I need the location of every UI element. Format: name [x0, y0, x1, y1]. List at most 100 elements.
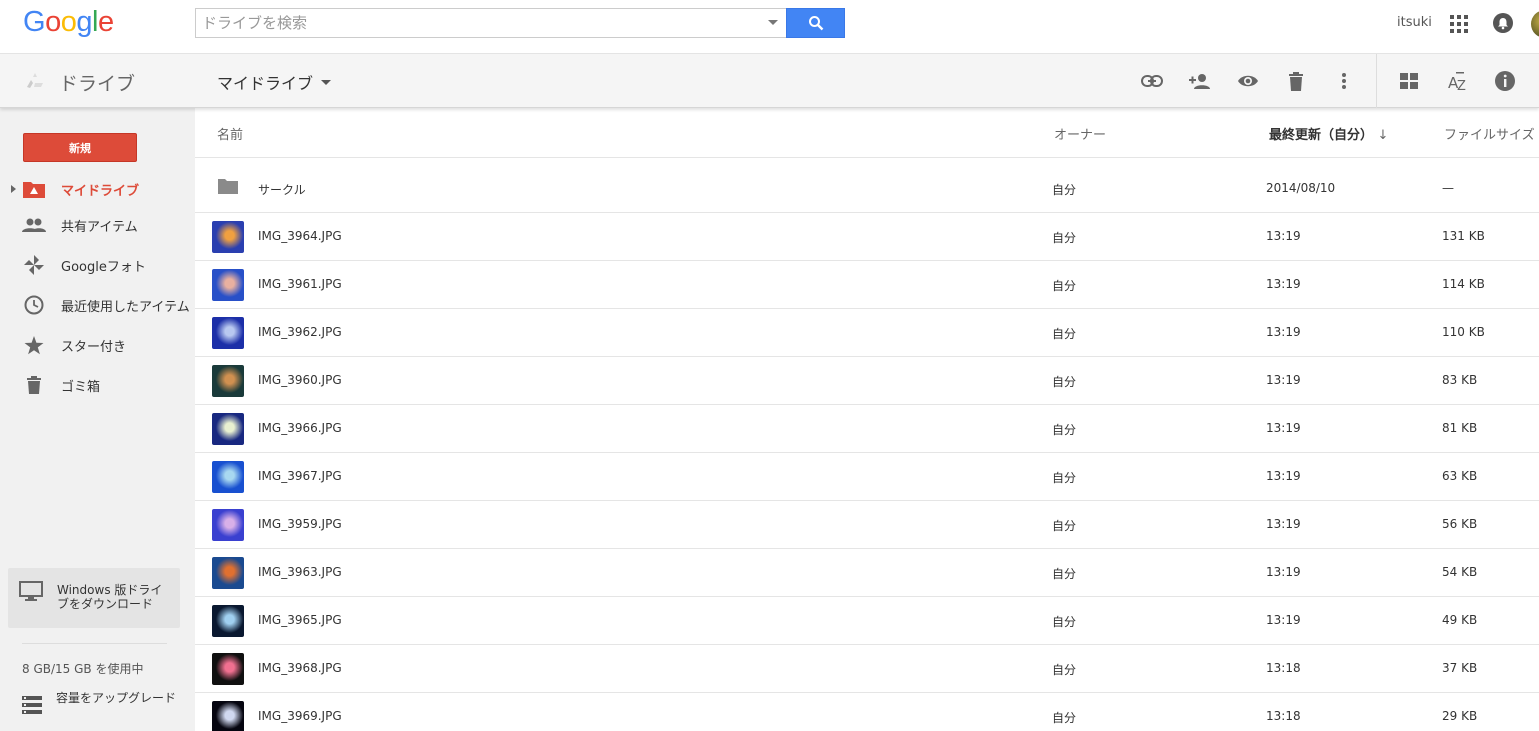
file-size: 37 KB	[1442, 661, 1478, 675]
file-owner: 自分	[1052, 423, 1077, 437]
table-row[interactable]: IMG_3967.JPG 自分 13:19 63 KB	[195, 453, 1539, 501]
add-person-icon[interactable]	[1188, 69, 1212, 93]
file-size: 81 KB	[1442, 421, 1478, 435]
search-options-icon[interactable]	[768, 20, 778, 25]
file-modified: 13:19	[1266, 469, 1301, 483]
table-row[interactable]: IMG_3964.JPG 自分 13:19 131 KB	[195, 213, 1539, 261]
clock-icon	[22, 293, 46, 317]
logo-letter: o	[45, 6, 61, 38]
file-modified: 13:19	[1266, 613, 1301, 627]
file-modified: 13:19	[1266, 565, 1301, 579]
file-owner: 自分	[1052, 375, 1077, 389]
sidebar-item-trash[interactable]: ゴミ箱	[0, 369, 195, 401]
file-name[interactable]: IMG_3967.JPG	[258, 469, 342, 483]
svg-text:Z: Z	[1457, 79, 1466, 91]
upgrade-storage-link[interactable]: 容量をアップグレード	[22, 692, 182, 722]
file-size: 83 KB	[1442, 373, 1478, 387]
user-name[interactable]: itsuki	[1397, 15, 1432, 30]
sidebar-item-my-drive[interactable]: マイドライブ	[0, 173, 195, 205]
table-row[interactable]: IMG_3962.JPG 自分 13:19 110 KB	[195, 309, 1539, 357]
image-thumbnail	[212, 413, 244, 445]
link-icon[interactable]	[1140, 69, 1164, 93]
file-name[interactable]: IMG_3965.JPG	[258, 613, 342, 627]
table-row[interactable]: IMG_3961.JPG 自分 13:19 114 KB	[195, 261, 1539, 309]
notifications-bell-icon[interactable]	[1493, 13, 1513, 33]
image-thumbnail	[212, 605, 244, 637]
new-button[interactable]: 新規	[23, 133, 137, 162]
sidebar-item-label: ゴミ箱	[61, 379, 101, 395]
image-thumbnail	[212, 653, 244, 685]
search-button[interactable]	[786, 8, 845, 38]
sort-az-icon[interactable]: AZ	[1445, 69, 1469, 93]
file-name[interactable]: IMG_3969.JPG	[258, 709, 342, 723]
apps-grid-icon[interactable]	[1450, 15, 1468, 33]
file-name[interactable]: IMG_3966.JPG	[258, 421, 342, 435]
image-thumbnail	[212, 269, 244, 301]
people-icon	[22, 213, 46, 237]
column-modified[interactable]: 最終更新（自分） ↓	[1269, 124, 1388, 143]
logo-letter: e	[97, 6, 114, 38]
logo-letter: G	[23, 6, 46, 38]
column-modified-label: 最終更新（自分）	[1269, 128, 1374, 143]
logo-letter: g	[76, 6, 92, 38]
file-size: 63 KB	[1442, 469, 1478, 483]
info-icon[interactable]	[1493, 69, 1517, 93]
table-row[interactable]: IMG_3966.JPG 自分 13:19 81 KB	[195, 405, 1539, 453]
sidebar-item-recent[interactable]: 最近使用したアイテム	[0, 289, 195, 321]
column-name[interactable]: 名前	[217, 124, 243, 143]
file-size: 110 KB	[1442, 325, 1485, 339]
trash-icon[interactable]	[1284, 69, 1308, 93]
chevron-down-icon[interactable]	[321, 79, 332, 85]
table-row[interactable]: IMG_3963.JPG 自分 13:19 54 KB	[195, 549, 1539, 597]
table-row[interactable]: IMG_3968.JPG 自分 13:18 37 KB	[195, 645, 1539, 693]
column-size[interactable]: ファイルサイズ	[1444, 124, 1535, 143]
sidebar-item-shared[interactable]: 共有アイテム	[0, 209, 195, 241]
file-owner: 自分	[1052, 279, 1077, 293]
sidebar-item-starred[interactable]: スター付き	[0, 329, 195, 361]
file-modified: 13:19	[1266, 517, 1301, 531]
expand-arrow-icon[interactable]	[11, 185, 16, 193]
sidebar-item-label: マイドライブ	[61, 183, 140, 199]
file-size: 114 KB	[1442, 277, 1485, 291]
file-name[interactable]: IMG_3960.JPG	[258, 373, 342, 387]
table-row[interactable]: サークル 自分 2014/08/10 —	[195, 165, 1539, 213]
drive-toolbar: ドライブ マイドライブ AZ	[0, 54, 1539, 108]
search-box[interactable]	[195, 8, 786, 38]
file-owner: 自分	[1052, 519, 1077, 533]
pinwheel-icon	[22, 253, 46, 277]
file-owner: 自分	[1052, 327, 1077, 341]
table-row[interactable]: IMG_3965.JPG 自分 13:19 49 KB	[195, 597, 1539, 645]
storage-icon	[22, 696, 42, 718]
breadcrumb-current[interactable]: マイドライブ	[217, 70, 313, 94]
file-name[interactable]: サークル	[258, 181, 306, 198]
upgrade-label: 容量をアップグレード	[56, 691, 177, 705]
image-thumbnail	[212, 509, 244, 541]
sidebar-item-photos[interactable]: Googleフォト	[0, 249, 195, 281]
breadcrumb[interactable]: マイドライブ	[217, 70, 332, 94]
avatar[interactable]	[1531, 10, 1539, 38]
file-name[interactable]: IMG_3962.JPG	[258, 325, 342, 339]
sort-arrow-icon[interactable]: ↓	[1378, 128, 1389, 143]
table-row[interactable]: IMG_3969.JPG 自分 13:18 29 KB	[195, 693, 1539, 731]
image-thumbnail	[212, 317, 244, 349]
trash-icon	[22, 373, 46, 397]
file-name[interactable]: IMG_3961.JPG	[258, 277, 342, 291]
top-bar: Google itsuki	[0, 0, 1539, 54]
file-list: 名前 オーナー 最終更新（自分） ↓ ファイルサイズ サークル 自分 2014/08…	[195, 108, 1539, 731]
column-owner[interactable]: オーナー	[1054, 124, 1106, 143]
file-name[interactable]: IMG_3968.JPG	[258, 661, 342, 675]
storage-usage: 8 GB/15 GB を使用中	[22, 662, 144, 676]
table-row[interactable]: IMG_3960.JPG 自分 13:19 83 KB	[195, 357, 1539, 405]
google-logo[interactable]: Google	[23, 6, 114, 39]
more-icon[interactable]	[1332, 69, 1356, 93]
file-owner: 自分	[1052, 663, 1077, 677]
table-row[interactable]: IMG_3959.JPG 自分 13:19 56 KB	[195, 501, 1539, 549]
column-header: 名前 オーナー 最終更新（自分） ↓ ファイルサイズ	[195, 108, 1539, 158]
search-input[interactable]	[196, 9, 756, 37]
file-name[interactable]: IMG_3964.JPG	[258, 229, 342, 243]
preview-icon[interactable]	[1236, 69, 1260, 93]
download-drive-button[interactable]: Windows 版ドライブをダウンロード	[8, 568, 180, 628]
file-name[interactable]: IMG_3963.JPG	[258, 565, 342, 579]
file-name[interactable]: IMG_3959.JPG	[258, 517, 342, 531]
grid-view-icon[interactable]	[1397, 69, 1421, 93]
